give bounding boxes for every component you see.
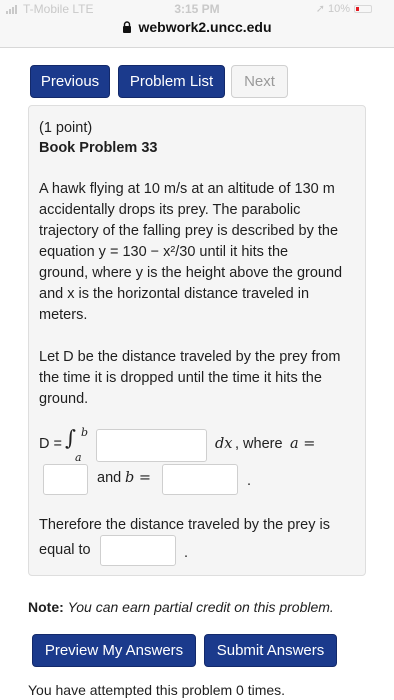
integral-upper-limit: b	[81, 426, 89, 439]
statement-line: trajectory of the falling prey is descri…	[39, 223, 339, 239]
preview-answers-button[interactable]: Preview My Answers	[32, 634, 196, 667]
dx-label: dx	[215, 436, 233, 452]
battery-icon	[354, 5, 372, 13]
final-question-line: Therefore the distance traveled by the p…	[39, 517, 330, 533]
lower-limit-input[interactable]	[43, 464, 88, 495]
submit-answers-button[interactable]: Submit Answers	[204, 634, 337, 667]
points-label: (1 point)	[39, 120, 93, 136]
battery-percent: ➚ 10%	[315, 3, 350, 15]
question-line: Let D be the distance traveled by the pr…	[39, 349, 341, 365]
lock-icon	[123, 21, 132, 33]
location-icon: ➚	[315, 3, 325, 15]
statement-line: equation y = 130 − x²/30 until it hits t…	[39, 244, 289, 260]
partial-credit-note: Note: You can earn partial credit on thi…	[28, 599, 334, 615]
attempts-text: You have attempted this problem 0 times.	[28, 682, 286, 698]
statement-line: A hawk flying at 10 m/s at an altitude o…	[39, 181, 335, 197]
where-label: , where	[235, 436, 283, 452]
a-equals-label: a =	[290, 436, 316, 452]
note-label: Note:	[28, 599, 64, 615]
status-bar: T-Mobile LTE 3:15 PM ➚ 10% webwork2.uncc…	[0, 0, 394, 48]
integral-lhs: D =	[39, 436, 62, 452]
note-text: You can earn partial credit on this prob…	[67, 599, 334, 615]
statement-line: meters.	[39, 307, 88, 323]
final-question-line: equal to	[39, 542, 91, 558]
b-equals-label: b =	[125, 470, 152, 486]
period: .	[184, 545, 189, 561]
next-button[interactable]: Next	[231, 65, 288, 98]
statement-line: and x is the horizontal distance travele…	[39, 286, 310, 302]
distance-input[interactable]	[100, 535, 176, 566]
upper-limit-input[interactable]	[162, 464, 238, 495]
period: .	[247, 473, 252, 489]
statement-line: ground, where y is the height above the …	[39, 265, 343, 281]
problem-title: Book Problem 33	[39, 140, 158, 156]
integral-sign: ∫	[65, 426, 76, 450]
problem-list-button[interactable]: Problem List	[118, 65, 225, 98]
question-line: the time it is dropped until the time it…	[39, 370, 322, 386]
url-text: webwork2.uncc.edu	[138, 19, 272, 35]
and-label: and	[97, 470, 122, 486]
integrand-input[interactable]	[96, 429, 207, 462]
address-bar[interactable]: webwork2.uncc.edu	[0, 19, 394, 35]
statement-line: accidentally drops its prey. The parabol…	[39, 202, 301, 218]
problem-panel: (1 point) Book Problem 33 A hawk flying …	[28, 105, 366, 576]
question-line: ground.	[39, 391, 89, 407]
previous-button[interactable]: Previous	[30, 65, 110, 98]
